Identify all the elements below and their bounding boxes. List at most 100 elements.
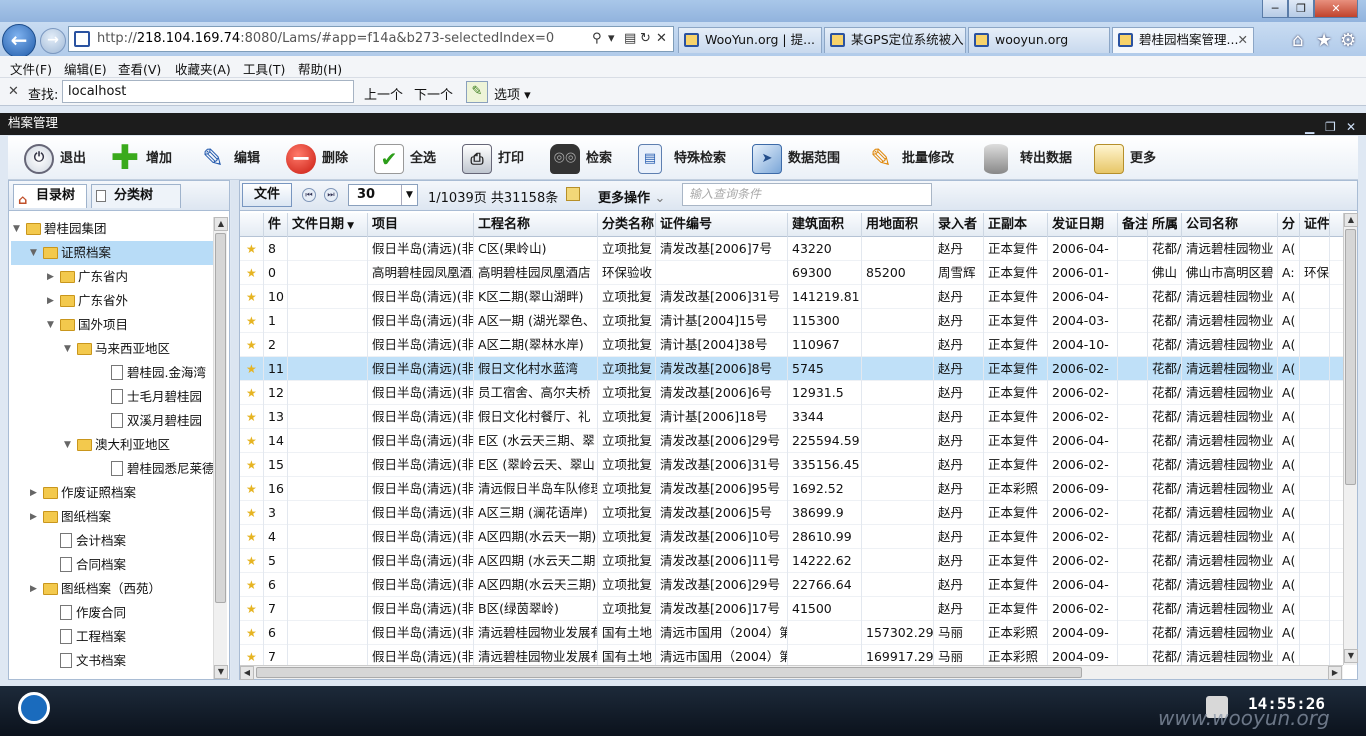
star-icon[interactable]: ★ <box>240 453 264 477</box>
tree-item[interactable]: ▶ 作废证照档案 <box>9 481 213 505</box>
expand-arrow-icon[interactable]: ▼ <box>13 217 23 241</box>
find-next-button[interactable]: 下一个 <box>414 84 453 103</box>
tree-item[interactable]: 士毛月碧桂园 <box>9 385 213 409</box>
expand-arrow-icon[interactable]: ▼ <box>47 313 57 337</box>
star-icon[interactable]: ★ <box>240 573 264 597</box>
column-header[interactable]: 工程名称 <box>474 213 598 237</box>
star-icon[interactable]: ★ <box>240 477 264 501</box>
search-icon[interactable]: ⚲ <box>592 31 602 46</box>
scroll-left-icon[interactable]: ◀ <box>240 666 254 680</box>
column-header[interactable]: 分 <box>1278 213 1300 237</box>
star-icon[interactable]: ★ <box>240 285 264 309</box>
tree-scrollbar[interactable]: ▲ ▼ <box>213 217 228 679</box>
panel-splitter[interactable] <box>231 180 239 680</box>
table-row[interactable]: ★ 14 假日半岛(清远)(非 E区 (水云天三期、翠 立项批复 清发改基[2006]29… <box>240 429 1343 453</box>
grid-vscroll-thumb[interactable] <box>1345 229 1356 485</box>
table-row[interactable]: ★ 10 假日半岛(清远)(非 K区二期(翠山湖畔) 立项批复 清发改基[2006]31号… <box>240 285 1343 309</box>
star-icon[interactable]: ★ <box>240 549 264 573</box>
search-button[interactable]: ◎◎ 检索 <box>550 144 634 174</box>
menu-help[interactable]: 帮助(H) <box>298 59 342 78</box>
more-operations-menu[interactable]: 更多操作 ⌄ <box>598 187 665 206</box>
column-header[interactable]: 建筑面积 <box>788 213 862 237</box>
tree-item[interactable]: 碧桂园.金海湾 <box>9 361 213 385</box>
expand-arrow-icon[interactable]: ▼ <box>64 337 74 361</box>
star-icon[interactable]: ★ <box>240 645 264 665</box>
table-row[interactable]: ★ 12 假日半岛(清远)(非 员工宿舍、高尔夫桥 立项批复 清发改基[2006]6号 12… <box>240 381 1343 405</box>
column-header[interactable]: 文件日期 ▼ <box>288 213 368 237</box>
tree-item[interactable]: ▼ 证照档案 <box>9 241 213 265</box>
tree-item[interactable]: 碧桂园悉尼莱德花园 <box>9 457 213 481</box>
settings-gear-icon[interactable]: ⚙ <box>1340 30 1356 51</box>
expand-arrow-icon[interactable]: ▼ <box>64 433 74 457</box>
table-row[interactable]: ★ 6 假日半岛(清远)(非 A区四期(水云天三期) 立项批复 清发改基[2006]29号… <box>240 573 1343 597</box>
column-header[interactable]: 分类名称 <box>598 213 656 237</box>
select-all-button[interactable]: ✔ 全选 <box>374 144 454 174</box>
column-header[interactable]: 正副本 <box>984 213 1048 237</box>
find-input[interactable]: localhost <box>62 80 354 103</box>
table-row[interactable]: ★ 15 假日半岛(清远)(非 E区 (翠岭云天、翠山 立项批复 清发改基[2006]31… <box>240 453 1343 477</box>
first-page-icon[interactable]: ⏮ <box>302 188 316 202</box>
tree-item[interactable]: ▼ 碧桂园集团 <box>9 217 213 241</box>
star-icon[interactable]: ★ <box>240 309 264 333</box>
collapse-arrow-icon[interactable]: ▶ <box>30 577 40 601</box>
tab-close-icon[interactable]: ✕ <box>1238 28 1248 52</box>
delete-button[interactable]: − 删除 <box>286 144 366 174</box>
sort-arrow-icon[interactable]: ▼ <box>344 221 354 231</box>
grid-vertical-scrollbar[interactable]: ▲ ▼ <box>1343 213 1358 665</box>
star-icon[interactable]: ★ <box>240 237 264 261</box>
grid-hscroll-thumb[interactable] <box>256 667 1082 678</box>
star-icon[interactable]: ★ <box>240 405 264 429</box>
tree-item[interactable]: ▶ 图纸档案（西苑） <box>9 577 213 601</box>
table-row[interactable]: ★ 6 假日半岛(清远)(非 清远碧桂园物业发展有 国有土地 清远市国用（2004）第 15… <box>240 621 1343 645</box>
table-row[interactable]: ★ 16 假日半岛(清远)(非 清远假日半岛车队修理 立项批复 清发改基[2006]95号… <box>240 477 1343 501</box>
home-icon[interactable]: ⌂ <box>1292 30 1303 51</box>
find-close-icon[interactable]: ✕ <box>8 84 19 99</box>
tab-wooyun[interactable]: wooyun.org <box>968 27 1110 53</box>
data-range-button[interactable]: ➤ 数据范围 <box>752 144 862 174</box>
collapse-arrow-icon[interactable]: ▶ <box>47 265 57 289</box>
column-header[interactable]: 证件 <box>1300 213 1330 237</box>
tab-category-tree[interactable]: 分类树 <box>91 184 181 208</box>
edit-button[interactable]: ✎ 编辑 <box>198 144 278 174</box>
column-header[interactable]: 项目 <box>368 213 474 237</box>
table-row[interactable]: ★ 7 假日半岛(清远)(非 B区(绿茵翠岭) 立项批复 清发改基[2006]17号 415… <box>240 597 1343 621</box>
table-row[interactable]: ★ 4 假日半岛(清远)(非 A区四期(水云天一期) 立项批复 清发改基[2006]10号… <box>240 525 1343 549</box>
query-input[interactable]: 输入查询条件 <box>682 183 932 206</box>
menu-tools[interactable]: 工具(T) <box>243 59 285 78</box>
collapse-arrow-icon[interactable]: ▶ <box>47 289 57 313</box>
column-header[interactable]: 所属 <box>1148 213 1182 237</box>
tab-directory-tree[interactable]: ⌂ 目录树 <box>13 184 87 208</box>
menu-view[interactable]: 查看(V) <box>118 59 161 78</box>
minimize-button[interactable]: ─ <box>1262 0 1288 18</box>
stop-icon[interactable]: ✕ <box>656 31 667 46</box>
star-icon[interactable]: ★ <box>240 501 264 525</box>
exit-button[interactable]: ⏻ 退出 <box>24 144 104 174</box>
scroll-up-icon[interactable]: ▲ <box>1344 213 1358 227</box>
tab-gps-system[interactable]: 某GPS定位系统被入... <box>824 27 966 53</box>
column-header[interactable]: 用地面积 <box>862 213 934 237</box>
tree-item[interactable]: 会计档案 <box>9 529 213 553</box>
column-header[interactable]: 录入者 <box>934 213 984 237</box>
table-row[interactable]: ★ 3 假日半岛(清远)(非 A区三期 (澜花语岸) 立项批复 清发改基[2006]5号 3… <box>240 501 1343 525</box>
column-header[interactable]: 公司名称 <box>1182 213 1278 237</box>
tree-item[interactable]: ▼ 马来西亚地区 <box>9 337 213 361</box>
special-search-button[interactable]: ▤ 特殊检索 <box>638 144 748 174</box>
tree-item[interactable]: 工程档案 <box>9 625 213 649</box>
menu-favorites[interactable]: 收藏夹(A) <box>175 59 231 78</box>
highlight-icon[interactable]: ✎ <box>466 81 488 103</box>
menu-edit[interactable]: 编辑(E) <box>64 59 107 78</box>
table-row[interactable]: ★ 11 假日半岛(清远)(非 假日文化村水蓝湾 立项批复 清发改基[2006]8号 574… <box>240 357 1343 381</box>
scroll-down-icon[interactable]: ▼ <box>1344 649 1358 663</box>
tree-item[interactable]: ▶ 广东省外 <box>9 289 213 313</box>
grid-horizontal-scrollbar[interactable]: ◀ ▶ <box>240 665 1343 680</box>
table-row[interactable]: ★ 5 假日半岛(清远)(非 A区四期 (水云天二期 立项批复 清发改基[2006]11号… <box>240 549 1343 573</box>
compat-view-icon[interactable]: ▤ <box>624 31 636 46</box>
table-row[interactable]: ★ 0 高明碧桂园凤凰酒店 高明碧桂园凤凰酒店 环保验收 69300 85200 周雪辉 正本复… <box>240 261 1343 285</box>
star-icon[interactable]: ★ <box>240 357 264 381</box>
table-row[interactable]: ★ 7 假日半岛(清远)(非 清远碧桂园物业发展有 国有土地 清远市国用（2004）第 16… <box>240 645 1343 665</box>
forward-button[interactable]: → <box>40 28 66 54</box>
star-icon[interactable]: ★ <box>240 381 264 405</box>
star-icon[interactable]: ★ <box>240 621 264 645</box>
tab-wooyun-report[interactable]: WooYun.org | 提... <box>678 27 822 53</box>
tree-item[interactable]: 作废合同 <box>9 601 213 625</box>
